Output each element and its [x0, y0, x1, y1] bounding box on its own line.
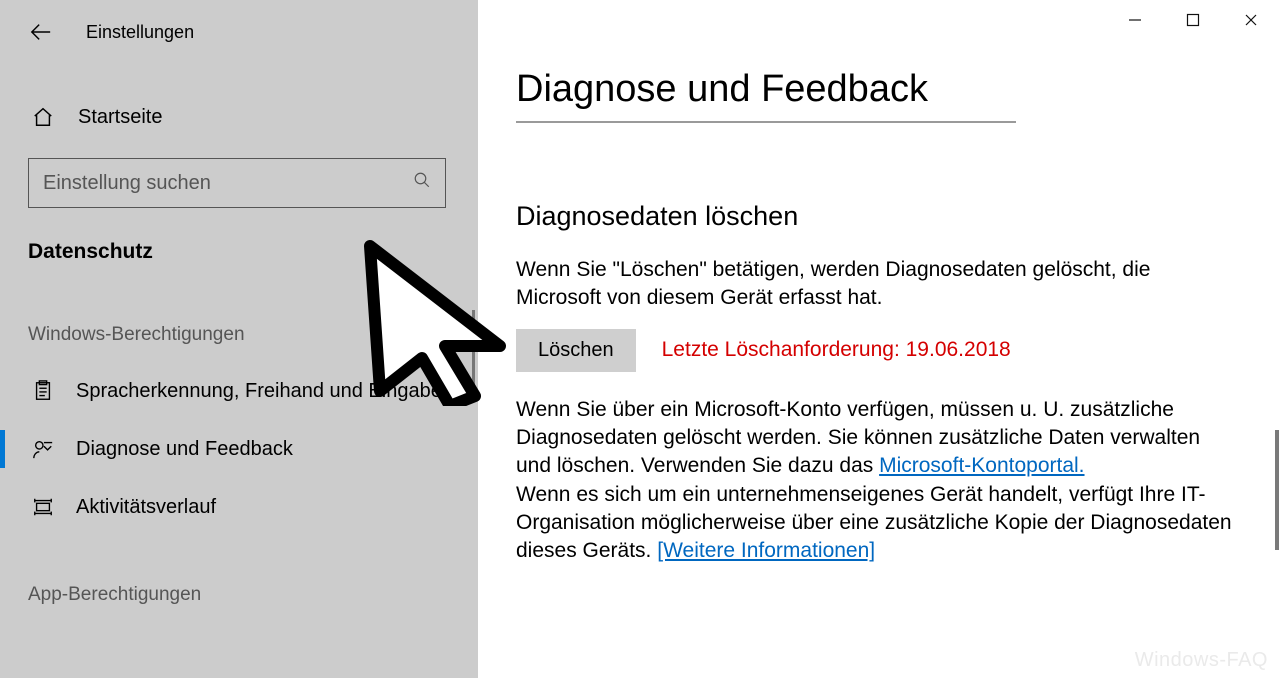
search-placeholder: Einstellung suchen — [43, 172, 211, 195]
clipboard-icon — [30, 380, 56, 402]
sidebar-section: Datenschutz — [0, 240, 478, 264]
sidebar-home-label: Startseite — [78, 106, 162, 129]
sidebar-item-diagnostics[interactable]: Diagnose und Feedback — [0, 420, 478, 478]
sidebar-scrollbar[interactable] — [472, 310, 475, 390]
sidebar: Einstellungen Startseite Einstellung suc… — [0, 0, 478, 678]
feedback-icon — [30, 438, 56, 460]
para2a-text: Wenn Sie über ein Microsoft-Konto verfüg… — [516, 398, 1200, 478]
sidebar-item-speech[interactable]: Spracherkennung, Freihand und Eingabe — [0, 362, 478, 420]
microsoft-account-portal-link[interactable]: Microsoft-Kontoportal. — [879, 454, 1084, 477]
section-title: Diagnosedaten löschen — [516, 201, 1246, 232]
sidebar-item-label: Spracherkennung, Freihand und Eingabe — [76, 380, 442, 403]
home-icon — [30, 106, 56, 128]
sidebar-home[interactable]: Startseite — [0, 90, 478, 144]
sidebar-item-activity[interactable]: Aktivitätsverlauf — [0, 478, 478, 536]
intro-text: Wenn Sie "Löschen" betätigen, werden Dia… — [516, 256, 1236, 313]
sidebar-group-windows: Windows-Berechtigungen — [0, 324, 478, 346]
back-button[interactable] — [28, 21, 54, 43]
content-scrollbar[interactable] — [1275, 430, 1279, 550]
history-icon — [30, 496, 56, 518]
search-icon — [413, 171, 431, 195]
last-delete-label: Letzte Löschanforderung: 19.06.2018 — [662, 338, 1011, 362]
sidebar-group-apps: App-Berechtigungen — [0, 584, 478, 606]
sidebar-item-label: Diagnose und Feedback — [76, 438, 293, 461]
sidebar-item-label: Aktivitätsverlauf — [76, 496, 216, 519]
window-title: Einstellungen — [86, 22, 194, 43]
page-title: Diagnose und Feedback — [516, 68, 1016, 123]
watermark: Windows-FAQ — [1135, 649, 1268, 672]
delete-button[interactable]: Löschen — [516, 329, 636, 372]
more-info-link[interactable]: [Weitere Informationen] — [657, 539, 875, 562]
content-pane: Diagnose und Feedback Diagnosedaten lösc… — [478, 0, 1280, 678]
search-input[interactable]: Einstellung suchen — [28, 158, 446, 208]
account-portal-text: Wenn Sie über ein Microsoft-Konto verfüg… — [516, 396, 1236, 566]
